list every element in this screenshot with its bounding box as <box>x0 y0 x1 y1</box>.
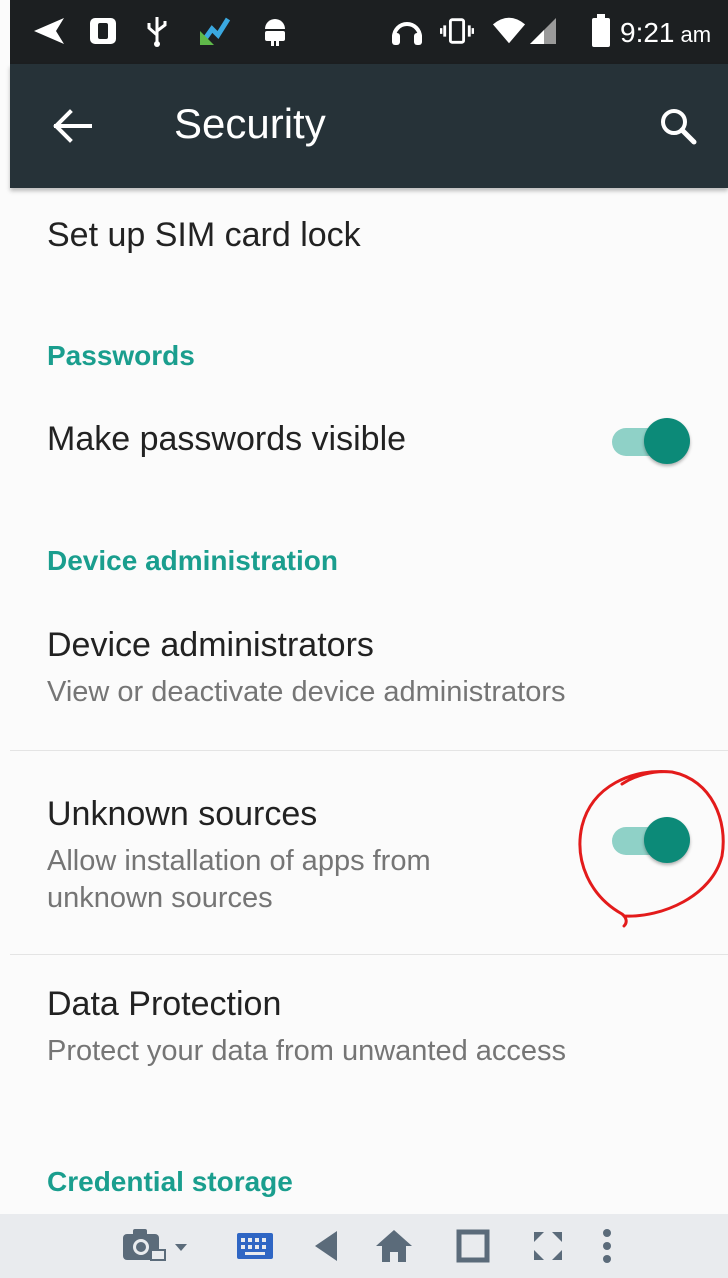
unknown-sources-switch[interactable] <box>608 815 692 863</box>
sim-notification-icon <box>86 14 120 48</box>
device-administrators-summary: View or deactivate device administrators <box>47 676 566 708</box>
status-bar: 9:21 am <box>10 0 728 64</box>
back-button[interactable] <box>48 102 96 150</box>
passwords-category: Passwords <box>47 340 195 371</box>
signal-icon <box>526 14 560 48</box>
more-options-button[interactable] <box>592 1224 622 1268</box>
wifi-icon <box>492 14 526 48</box>
search-icon <box>661 109 697 145</box>
device-administrators-item[interactable]: Device administrators View or deactivate… <box>0 598 728 748</box>
battery-icon <box>584 14 618 48</box>
more-vert-icon <box>603 1229 611 1263</box>
back-arrow-icon <box>53 109 92 143</box>
upload-icon <box>198 14 232 48</box>
credential-storage-category: Credential storage <box>47 1166 293 1197</box>
android-screen: 9:21 am Security Set up SIM card lock Pas… <box>0 0 728 1278</box>
switch-thumb <box>644 418 690 464</box>
keyboard-icon <box>237 1233 273 1259</box>
fullscreen-button[interactable] <box>524 1224 572 1268</box>
nav-home-button[interactable] <box>370 1224 418 1268</box>
keyboard-button[interactable] <box>230 1224 280 1268</box>
data-protection-title: Data Protection <box>47 985 282 1023</box>
screenshot-menu-button[interactable] <box>116 1224 196 1268</box>
make-passwords-visible-title: Make passwords visible <box>47 420 407 458</box>
time-text: 9:21 <box>620 17 675 48</box>
android-icon <box>258 14 292 48</box>
data-protection-summary: Protect your data from unwanted access <box>47 1035 567 1067</box>
vibrate-icon <box>440 14 474 48</box>
unknown-sources-item[interactable]: Unknown sources Allow installation of ap… <box>0 751 728 953</box>
device-administration-category: Device administration <box>47 545 338 576</box>
switch-thumb <box>644 817 690 863</box>
nav-back-icon <box>315 1231 337 1261</box>
ampm-text: am <box>680 22 712 47</box>
send-icon <box>32 14 66 48</box>
fullscreen-icon <box>534 1232 562 1260</box>
nav-home-icon <box>376 1230 412 1262</box>
search-button[interactable] <box>654 102 702 150</box>
camera-icon <box>123 1229 187 1261</box>
nav-recents-icon <box>456 1229 490 1263</box>
usb-icon <box>140 14 174 48</box>
status-time: 9:21 am <box>620 17 711 49</box>
sim-card-lock-item[interactable]: Set up SIM card lock <box>0 188 728 298</box>
toolbar: Security <box>10 64 728 188</box>
page-title: Security <box>174 100 326 147</box>
settings-list: Set up SIM card lock Passwords Make pass… <box>0 188 728 1214</box>
unknown-sources-title: Unknown sources <box>47 795 318 833</box>
make-passwords-visible-switch[interactable] <box>608 416 692 464</box>
unknown-sources-summary: Allow installation of apps from unknown … <box>47 845 431 914</box>
device-administrators-title: Device administrators <box>47 626 374 664</box>
sim-card-lock-title: Set up SIM card lock <box>47 216 361 254</box>
bottom-nav-bar <box>0 1214 728 1278</box>
headset-icon <box>390 14 424 48</box>
make-passwords-visible-item[interactable]: Make passwords visible <box>0 388 728 493</box>
nav-recents-button[interactable] <box>450 1224 496 1268</box>
dropdown-icon <box>175 1244 187 1251</box>
data-protection-item[interactable]: Data Protection Protect your data from u… <box>0 955 728 1115</box>
nav-back-button[interactable] <box>304 1224 348 1268</box>
